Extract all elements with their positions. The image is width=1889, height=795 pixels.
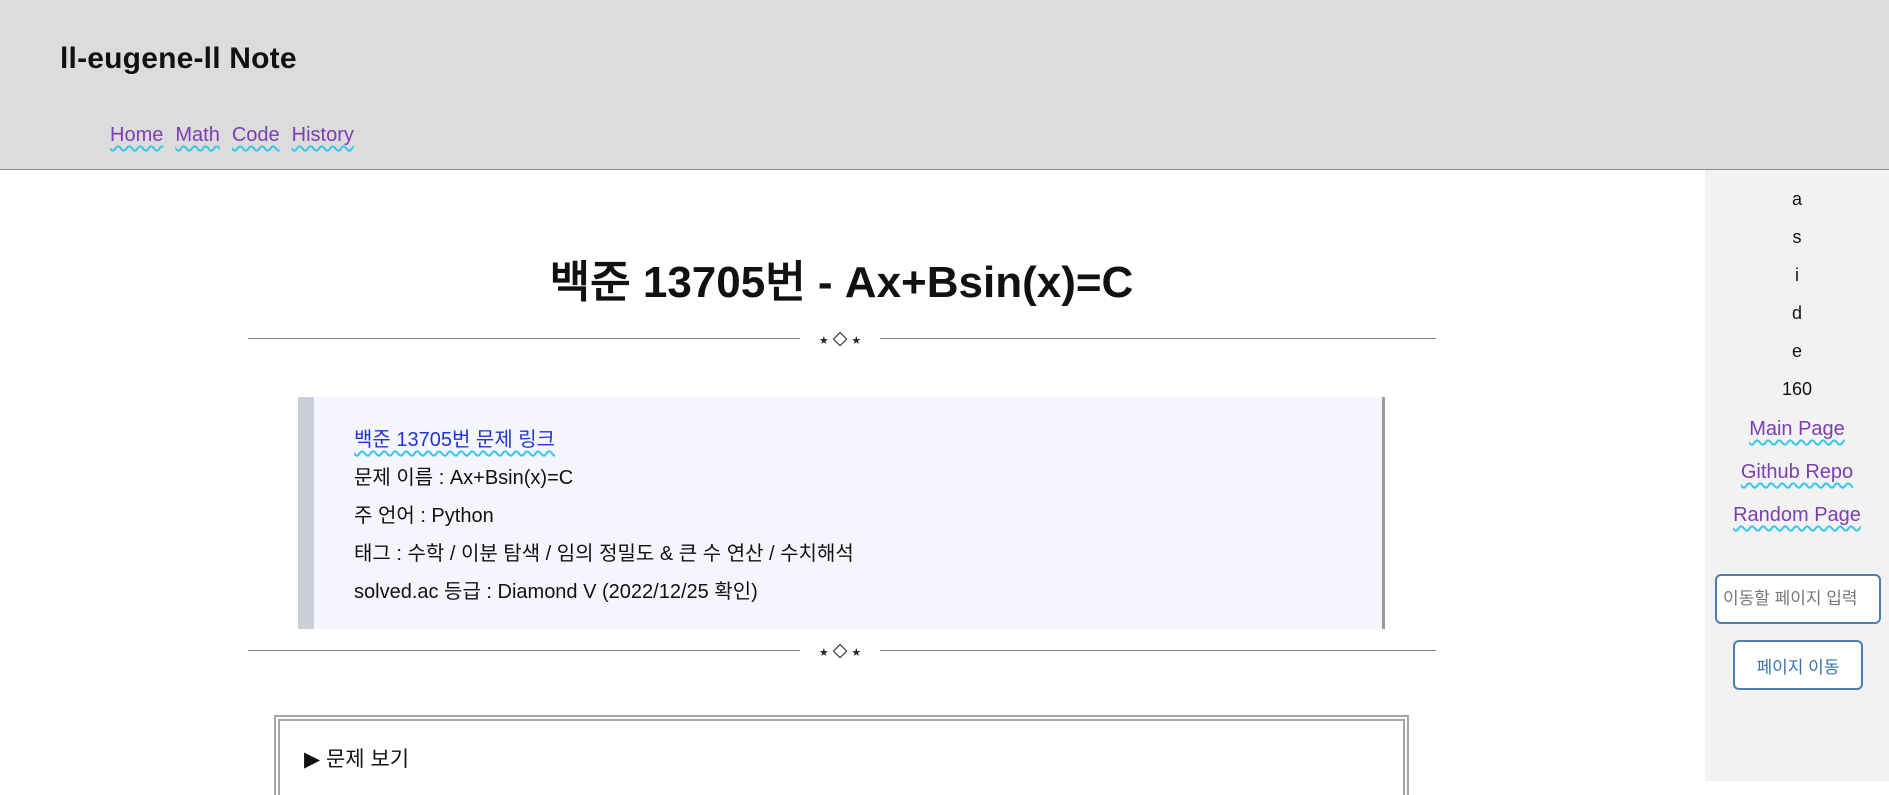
divider-line [880,650,1436,651]
main-language: 주 언어 : Python [354,505,494,527]
sidebar: a s i d e 160 Main Page Github Repo Rand… [1705,170,1889,781]
problem-details: ▶ 문제 보기 [274,715,1409,795]
divider-line [880,338,1436,339]
sidebar-letter: d [1791,303,1802,323]
divider-line [248,338,800,339]
problem-details-toggle[interactable]: ▶ 문제 보기 [304,743,409,773]
problem-info-box: 백준 13705번 문제 링크 문제 이름 : Ax+Bsin(x)=C 주 언… [298,397,1385,629]
sidebar-letter: a [1791,189,1802,209]
nav-math-link[interactable]: Math [175,124,219,147]
bottom-divider: ★ ◇ ★ [248,640,1436,660]
divider-ornament: ★ ◇ ★ [800,640,880,660]
star-icon: ★ [851,646,862,659]
page-search-input[interactable] [1715,574,1881,624]
site-header: ll-eugene-ll Note Home Math Code History [0,0,1889,170]
divider-ornament: ★ ◇ ★ [800,328,880,348]
problem-tags: 태그 : 수학 / 이분 탐색 / 임의 정밀도 & 큰 수 연산 / 수치해석 [354,543,854,565]
github-repo-link[interactable]: Github Repo [1705,451,1889,494]
diamond-icon: ◇ [832,639,848,661]
star-icon: ★ [851,334,862,347]
main-content: 백준 13705번 - Ax+Bsin(x)=C ★ ◇ ★ 백준 13705번 문… [0,171,1705,795]
top-divider: ★ ◇ ★ [248,328,1436,348]
nav-home-link[interactable]: Home [110,124,163,147]
sidebar-letter: e [1791,341,1802,361]
sidebar-letter: i [1795,265,1799,285]
nav-code-link[interactable]: Code [232,124,280,147]
nav-history-link[interactable]: History [292,124,354,147]
main-nav: Home Math Code History [110,124,354,147]
go-to-page-button[interactable]: 페이지 이동 [1733,640,1863,690]
sidebar-letter: s [1792,227,1802,247]
random-page-link[interactable]: Random Page [1705,494,1889,537]
diamond-icon: ◇ [832,327,848,349]
problem-link[interactable]: 백준 13705번 문제 링크 [354,429,555,451]
sidebar-width-value: 160 [1781,379,1813,399]
sidebar-links: Main Page Github Repo Random Page [1705,408,1889,537]
main-page-link[interactable]: Main Page [1705,408,1889,451]
star-icon: ★ [818,646,829,659]
divider-line [248,650,800,651]
star-icon: ★ [818,334,829,347]
post-title: 백준 13705번 - Ax+Bsin(x)=C [549,258,1134,307]
sidebar-label: a s i d e 160 [1705,180,1889,408]
problem-link-row: 백준 13705번 문제 링크 [354,421,1382,459]
problem-name: 문제 이름 : Ax+Bsin(x)=C [354,467,574,489]
site-title[interactable]: ll-eugene-ll Note [60,42,297,76]
problem-grade: solved.ac 등급 : Diamond V (2022/12/25 확인) [354,581,758,603]
